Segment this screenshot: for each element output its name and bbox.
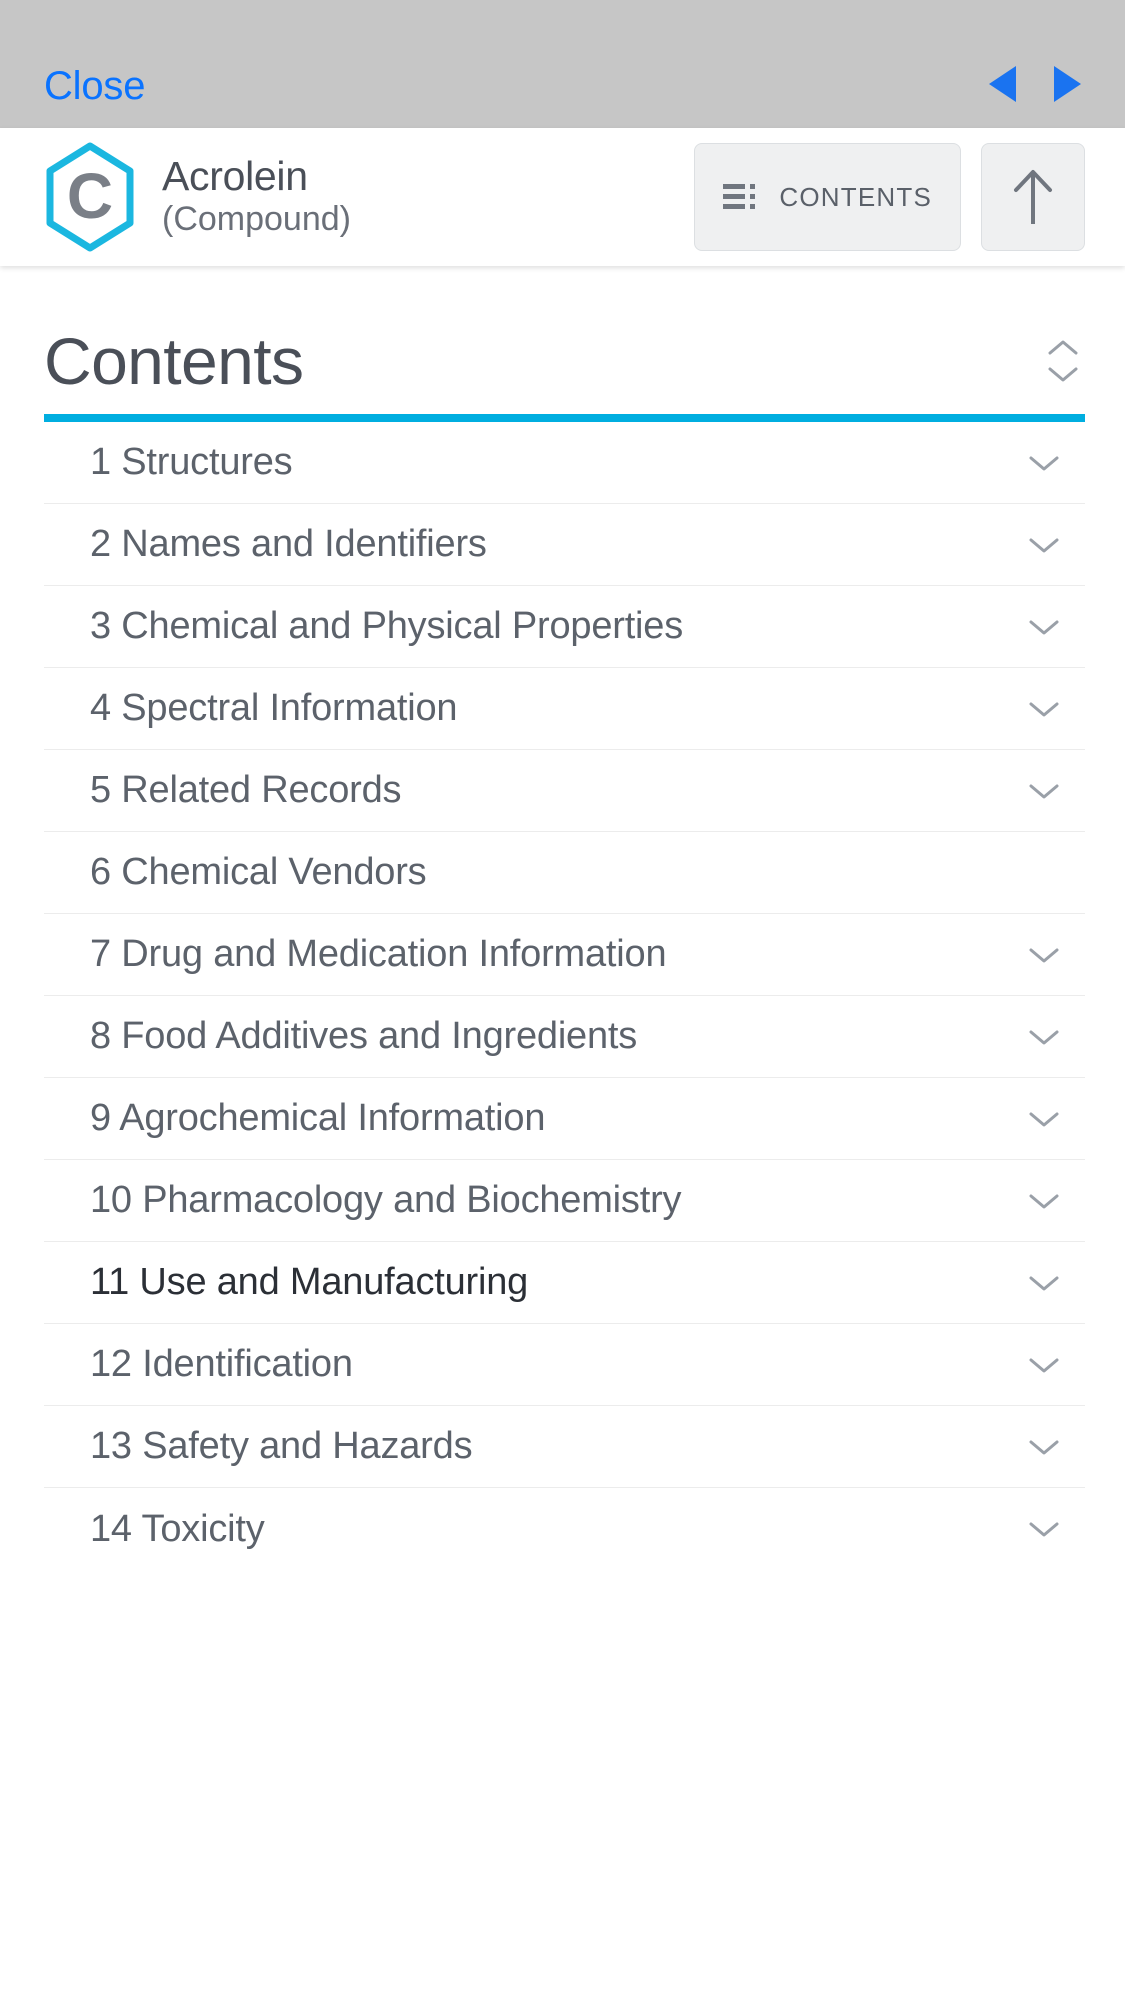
- toc-item-label: 6 Chemical Vendors: [90, 851, 427, 893]
- toc-item[interactable]: 8 Food Additives and Ingredients: [44, 996, 1085, 1078]
- toc-item[interactable]: 7 Drug and Medication Information: [44, 914, 1085, 996]
- record-title-block: Acrolein (Compound): [162, 152, 351, 240]
- table-of-contents-list: 1 Structures 2 Names and Identifiers 3 Che…: [44, 422, 1085, 1570]
- toc-item-label: 4 Spectral Information: [90, 687, 458, 729]
- record-header: C Acrolein (Compound) CONTENTS: [0, 128, 1125, 266]
- triangle-right-icon[interactable]: [1054, 66, 1081, 102]
- toc-item[interactable]: 3 Chemical and Physical Properties: [44, 586, 1085, 668]
- toc-item-label: 5 Related Records: [90, 769, 402, 811]
- chevron-down-icon: [1048, 367, 1078, 382]
- chevron-down-icon[interactable]: [1027, 1430, 1061, 1464]
- contents-button-label: CONTENTS: [779, 181, 932, 212]
- toc-item[interactable]: 1 Structures: [44, 422, 1085, 504]
- browser-nav-controls: [989, 66, 1081, 106]
- toc-item[interactable]: 2 Names and Identifiers: [44, 504, 1085, 586]
- toc-item-label: 2 Names and Identifiers: [90, 523, 487, 565]
- toc-item[interactable]: 11 Use and Manufacturing: [44, 1242, 1085, 1324]
- toc-item[interactable]: 10 Pharmacology and Biochemistry: [44, 1160, 1085, 1242]
- header-actions: CONTENTS: [694, 143, 1085, 251]
- toc-item[interactable]: 4 Spectral Information: [44, 668, 1085, 750]
- toc-item-label: 10 Pharmacology and Biochemistry: [90, 1179, 682, 1221]
- toc-item-label: 13 Safety and Hazards: [90, 1425, 473, 1467]
- list-lines-icon: [723, 184, 756, 209]
- chevron-down-icon[interactable]: [1027, 528, 1061, 562]
- contents-panel: Contents 1 Structures 2 Names and Identif…: [0, 266, 1125, 1570]
- chevron-down-icon[interactable]: [1027, 1348, 1061, 1382]
- record-subtitle: (Compound): [162, 200, 351, 239]
- contents-button[interactable]: CONTENTS: [694, 143, 961, 251]
- toc-item[interactable]: 5 Related Records: [44, 750, 1085, 832]
- chevron-down-icon[interactable]: [1027, 1102, 1061, 1136]
- close-button[interactable]: Close: [44, 66, 145, 106]
- contents-heading: Contents: [44, 324, 304, 398]
- toc-item-label: 14 Toxicity: [90, 1507, 265, 1550]
- toc-item-label: 3 Chemical and Physical Properties: [90, 605, 684, 647]
- toc-item-label: 7 Drug and Medication Information: [90, 933, 667, 975]
- chevron-down-icon[interactable]: [1027, 1184, 1061, 1218]
- toc-item-label: 12 Identification: [90, 1343, 353, 1385]
- contents-heading-row: Contents: [44, 266, 1085, 414]
- svg-text:C: C: [67, 160, 113, 232]
- browser-modal-toolbar: Close: [0, 0, 1125, 128]
- toc-item-label: 11 Use and Manufacturing: [90, 1261, 529, 1303]
- toc-item[interactable]: 14 Toxicity: [44, 1488, 1085, 1570]
- chevron-down-icon[interactable]: [1027, 1020, 1061, 1054]
- hexagon-compound-c-icon: C: [46, 142, 134, 252]
- toc-item[interactable]: 9 Agrochemical Information: [44, 1078, 1085, 1160]
- scroll-to-top-button[interactable]: [981, 143, 1085, 251]
- chevron-down-icon[interactable]: [1027, 1266, 1061, 1300]
- chevron-down-icon[interactable]: [1027, 610, 1061, 644]
- toc-item-label: 8 Food Additives and Ingredients: [90, 1015, 638, 1057]
- chevron-up-down-icon[interactable]: [1041, 330, 1085, 392]
- chevron-down-icon[interactable]: [1027, 446, 1061, 480]
- chevron-down-icon[interactable]: [1027, 774, 1061, 808]
- contents-accent-rule: [44, 414, 1085, 422]
- chevron-down-icon[interactable]: [1027, 692, 1061, 726]
- chevron-down-icon[interactable]: [1027, 1512, 1061, 1546]
- toc-item[interactable]: 6 Chemical Vendors: [44, 832, 1085, 914]
- toc-item[interactable]: 12 Identification: [44, 1324, 1085, 1406]
- chevron-up-icon: [1048, 340, 1078, 355]
- toc-item-label: 1 Structures: [90, 441, 293, 483]
- toc-item-label: 9 Agrochemical Information: [90, 1097, 546, 1139]
- chevron-down-icon[interactable]: [1027, 938, 1061, 972]
- page-title: Acrolein: [162, 152, 308, 199]
- toc-item[interactable]: 13 Safety and Hazards: [44, 1406, 1085, 1488]
- triangle-left-icon[interactable]: [989, 66, 1016, 102]
- arrow-up-icon: [1014, 170, 1052, 224]
